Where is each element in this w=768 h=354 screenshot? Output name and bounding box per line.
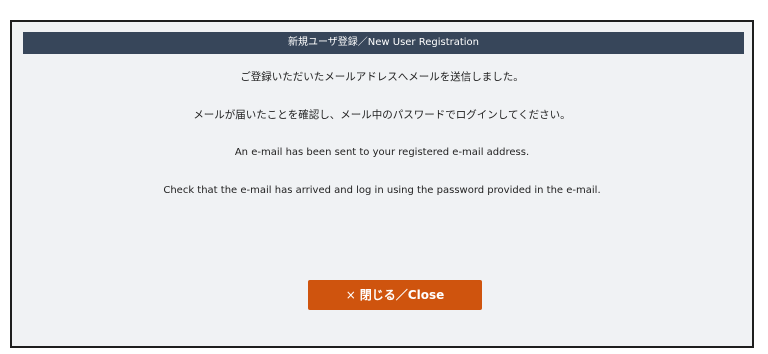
message-en-email-sent: An e-mail has been sent to your register… <box>234 147 530 158</box>
message-en-login-instructions: Check that the e-mail has arrived and lo… <box>163 185 601 196</box>
dialog-title: 新規ユーザ登録／New User Registration <box>23 32 744 54</box>
close-button[interactable]: × 閉じる／Close <box>308 280 482 310</box>
close-icon: × <box>345 288 356 302</box>
message-jp-login-instructions: メールが届いたことを確認し、メール中のパスワードでログインしてください。 <box>193 109 571 121</box>
close-button-label: 閉じる／Close <box>359 288 445 302</box>
message-jp-email-sent: ご登録いただいたメールアドレスへメールを送信しました。 <box>240 71 524 83</box>
registration-dialog: 新規ユーザ登録／New User Registration ご登録いただいたメー… <box>10 20 754 348</box>
